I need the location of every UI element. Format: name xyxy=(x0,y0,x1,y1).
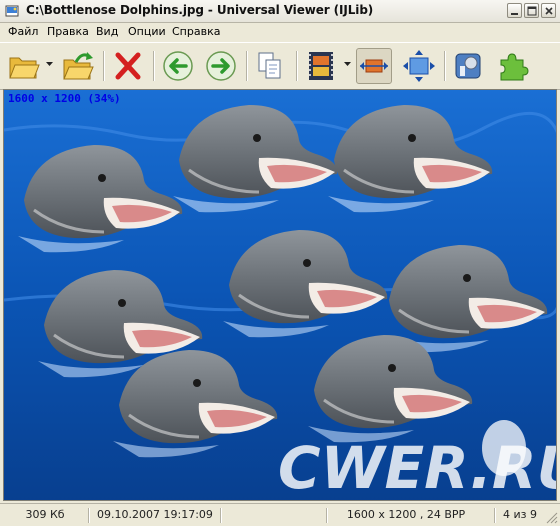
status-bar: 309 Кб 09.10.2007 19:17:09 1600 x 1200 ,… xyxy=(0,503,560,526)
toolbar-separator xyxy=(103,51,105,81)
toolbar xyxy=(0,42,560,90)
close-icon xyxy=(545,7,553,15)
menu-options[interactable]: Опции xyxy=(128,25,166,38)
status-datetime: 09.10.2007 19:17:09 xyxy=(97,508,213,521)
minimize-icon xyxy=(511,13,518,15)
open-button[interactable] xyxy=(6,48,42,84)
fit-window-button[interactable] xyxy=(401,48,437,84)
settings-icon xyxy=(455,53,481,79)
fit-width-icon xyxy=(360,59,388,73)
plugin-puzzle-icon xyxy=(500,53,529,81)
menu-bar: Файл Правка Вид Опции Справка xyxy=(0,23,560,41)
status-divider xyxy=(88,508,90,523)
reopen-button[interactable] xyxy=(60,48,96,84)
app-icon xyxy=(5,5,19,17)
image-info-overlay: 1600 x 1200 (34%) xyxy=(8,92,121,105)
settings-button[interactable] xyxy=(451,48,487,84)
delete-button[interactable] xyxy=(110,48,146,84)
status-divider xyxy=(220,508,222,523)
status-position: 4 из 9 xyxy=(503,508,537,521)
maximize-icon xyxy=(527,6,537,16)
filmstrip-button[interactable] xyxy=(304,48,340,84)
copy-icon xyxy=(258,52,281,79)
menu-view[interactable]: Вид xyxy=(96,25,118,38)
status-dimensions: 1600 x 1200 , 24 BPP xyxy=(346,508,466,521)
forward-arrow-icon xyxy=(206,51,236,81)
filmstrip-dropdown-arrow-icon[interactable] xyxy=(344,62,351,67)
resize-grip-icon[interactable] xyxy=(546,512,558,524)
fit-width-button[interactable] xyxy=(356,48,392,84)
window-title: C:\Bottlenose Dolphins.jpg - Universal V… xyxy=(26,3,374,17)
reopen-folder-icon xyxy=(63,52,94,80)
forward-button[interactable] xyxy=(203,48,239,84)
image-viewport[interactable]: 1600 x 1200 (34%) CWER.RU xyxy=(3,89,557,501)
copy-button[interactable] xyxy=(252,48,288,84)
minimize-button[interactable] xyxy=(507,3,522,18)
svg-text:CWER.RU: CWER.RU xyxy=(278,434,557,500)
maximize-button[interactable] xyxy=(524,3,539,18)
open-dropdown-arrow-icon[interactable] xyxy=(46,62,53,67)
menu-edit[interactable]: Правка xyxy=(47,25,89,38)
close-button[interactable] xyxy=(541,3,556,18)
fit-window-icon xyxy=(403,50,435,82)
delete-icon xyxy=(115,52,141,80)
status-file-size: 309 Кб xyxy=(25,508,65,521)
toolbar-separator xyxy=(153,51,155,81)
filmstrip-icon xyxy=(309,52,333,80)
cwer-watermark-logo: CWER.RU xyxy=(278,420,557,500)
toolbar-separator xyxy=(246,51,248,81)
menu-help[interactable]: Справка xyxy=(172,25,220,38)
title-bar[interactable]: C:\Bottlenose Dolphins.jpg - Universal V… xyxy=(0,0,560,23)
back-arrow-icon xyxy=(163,51,193,81)
plugins-button[interactable] xyxy=(494,48,530,84)
back-button[interactable] xyxy=(160,48,196,84)
main-window: C:\Bottlenose Dolphins.jpg - Universal V… xyxy=(0,0,560,526)
open-folder-icon xyxy=(9,57,40,79)
menu-file[interactable]: Файл xyxy=(8,25,38,38)
toolbar-separator xyxy=(444,51,446,81)
toolbar-separator xyxy=(296,51,298,81)
